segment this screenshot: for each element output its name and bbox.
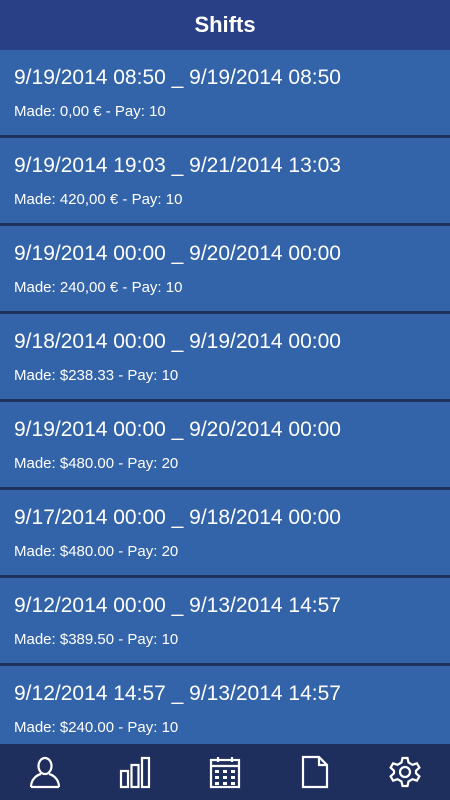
shift-row[interactable]: 9/18/2014 00:00 _ 9/19/2014 00:00 Made: … (0, 314, 450, 399)
bar-chart-icon (119, 756, 151, 789)
nav-stats-button[interactable] (105, 744, 165, 800)
bottom-nav (0, 744, 450, 800)
shift-row[interactable]: 9/19/2014 00:00 _ 9/20/2014 00:00 Made: … (0, 226, 450, 311)
shift-earnings: Made: 0,00 € - Pay: 10 (14, 103, 166, 120)
shift-earnings: Made: $480.00 - Pay: 20 (14, 543, 179, 560)
shift-date-range: 9/17/2014 00:00 _ 9/18/2014 00:00 (14, 506, 341, 529)
shift-list[interactable]: 9/19/2014 08:50 _ 9/19/2014 08:50 Made: … (0, 50, 450, 744)
settings-icon (389, 756, 421, 788)
calendar-icon (209, 757, 241, 789)
shift-date-range: 9/19/2014 00:00 _ 9/20/2014 00:00 (14, 242, 341, 265)
shift-row[interactable]: 9/19/2014 19:03 _ 9/21/2014 13:03 Made: … (0, 138, 450, 223)
shift-earnings: Made: $238.33 - Pay: 10 (14, 367, 179, 384)
page-title: Shifts (194, 12, 256, 37)
nav-profile-button[interactable] (15, 744, 75, 800)
shift-date-range: 9/19/2014 19:03 _ 9/21/2014 13:03 (14, 154, 341, 177)
nav-calendar-button[interactable] (195, 744, 255, 800)
shift-date-range: 9/12/2014 14:57 _ 9/13/2014 14:57 (14, 682, 341, 705)
document-icon (301, 755, 329, 789)
nav-report-button[interactable] (285, 744, 345, 800)
shift-row[interactable]: 9/19/2014 08:50 _ 9/19/2014 08:50 Made: … (0, 50, 450, 135)
shift-row[interactable]: 9/12/2014 14:57 _ 9/13/2014 14:57 Made: … (0, 666, 450, 744)
shift-earnings: Made: 420,00 € - Pay: 10 (14, 191, 183, 208)
shift-earnings: Made: $240.00 - Pay: 10 (14, 719, 179, 736)
user-icon (29, 756, 61, 789)
nav-settings-button[interactable] (375, 744, 435, 800)
shift-date-range: 9/18/2014 00:00 _ 9/19/2014 00:00 (14, 330, 341, 353)
shift-date-range: 9/19/2014 00:00 _ 9/20/2014 00:00 (14, 418, 341, 441)
shift-row[interactable]: 9/19/2014 00:00 _ 9/20/2014 00:00 Made: … (0, 402, 450, 487)
shift-date-range: 9/12/2014 00:00 _ 9/13/2014 14:57 (14, 594, 341, 617)
shift-earnings: Made: $389.50 - Pay: 10 (14, 631, 179, 648)
shift-earnings: Made: 240,00 € - Pay: 10 (14, 279, 183, 296)
shift-row[interactable]: 9/12/2014 00:00 _ 9/13/2014 14:57 Made: … (0, 578, 450, 663)
shift-date-range: 9/19/2014 08:50 _ 9/19/2014 08:50 (14, 66, 341, 89)
app-header: Shifts (0, 0, 450, 50)
shift-earnings: Made: $480.00 - Pay: 20 (14, 455, 179, 472)
shift-row[interactable]: 9/17/2014 00:00 _ 9/18/2014 00:00 Made: … (0, 490, 450, 575)
